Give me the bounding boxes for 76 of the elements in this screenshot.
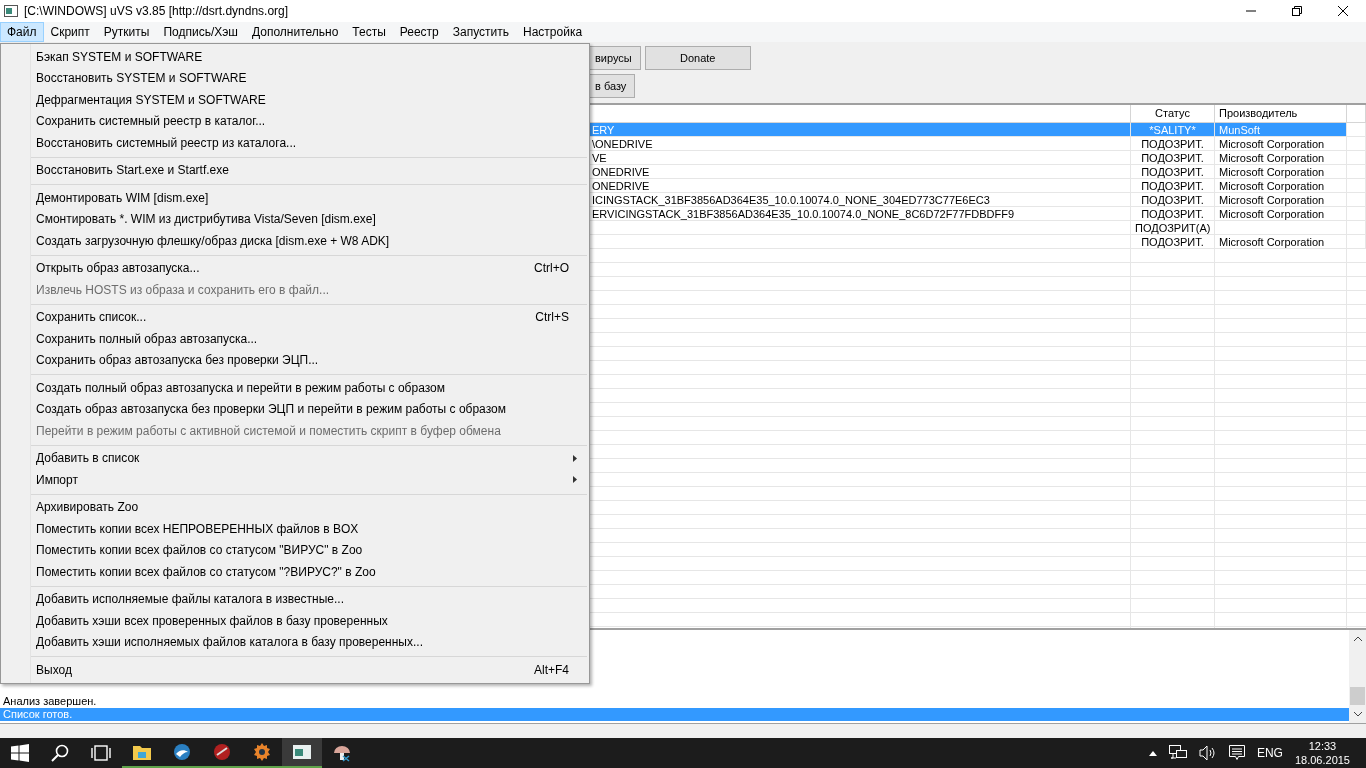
table-cell: ПОДОЗРИТ. [1141,152,1204,165]
menu-entry[interactable]: Создать образ автозапуска без проверки ЭЦП и перейти в режим работы с образом [1,398,589,420]
menu-entry[interactable]: Добавить хэши всех проверенных файлов в базу проверенных [1,610,589,632]
menu-entry[interactable]: Добавить исполняемые файлы каталога в известные... [1,588,589,610]
table-cell: ПОДОЗРИТ. [1141,166,1204,179]
window-icon[interactable] [293,745,311,759]
table-cell: Microsoft Corporation [1219,152,1325,165]
toolbar-button[interactable]: Donate [644,45,751,70]
table-cell: *SALITY* [1149,124,1196,137]
menu-entry[interactable]: Импорт [1,469,589,491]
window-title: [C:\WINDOWS] uVS v3.85 [http://dsrt.dyndns.org] [24,3,289,18]
menu-entry[interactable]: Открыть образ автозапуска... Ctrl+O [1,257,589,279]
menu-entry[interactable]: Добавить в список [1,447,589,469]
menu-entry[interactable]: Сохранить полный образ автозапуска... [1,328,589,350]
table-cell: ПОДОЗРИТ(А) [1135,222,1211,235]
table-cell: ПОДОЗРИТ. [1141,236,1204,249]
language-indicator[interactable]: ENG [1256,746,1283,760]
table-cell: Microsoft Corporation [1219,236,1325,249]
scrollbar-thumb[interactable] [1350,687,1365,706]
table-cell: Microsoft Corporation [1219,180,1325,193]
menu-entry[interactable]: Поместить копии всех НЕПРОВЕРЕННЫХ файлов в BOX [1,518,589,540]
menu-item[interactable]: Тесты [345,21,393,42]
table-cell: Microsoft Corporation [1219,208,1325,221]
clock[interactable]: 12:33 18.06.2015 [1294,739,1350,767]
mushroom-icon[interactable] [333,744,351,762]
bird-icon[interactable] [173,743,191,761]
eye-icon[interactable] [253,743,271,761]
menu-item[interactable]: Подпись/Хэш [156,21,245,42]
folder-icon[interactable] [133,744,151,760]
show-hidden-icons[interactable] [1148,750,1157,756]
menu-item[interactable]: Настройка [516,21,590,42]
submenu-arrow-icon [573,454,577,462]
table-cell: VE [592,152,607,165]
table-cell: ERVICINGSTACK_31BF3856AD364E35_10.0.10074.0_NONE_8C6D72F77FDBDFF9 [592,208,1015,221]
menu-item[interactable]: Скрипт [43,21,97,42]
network-icon[interactable] [1168,745,1187,761]
task-view-icon[interactable] [91,745,111,761]
menu-entry[interactable]: Сохранить список... Ctrl+S [1,306,589,328]
menu-item[interactable]: Дополнительно [244,21,346,42]
search-icon[interactable] [51,744,69,762]
maximize-icon[interactable] [1292,5,1302,16]
notification-icon[interactable] [1228,745,1245,761]
speaker-icon[interactable] [1198,745,1217,761]
table-cell: ONEDRIVE [592,180,650,193]
app-icon [4,4,18,17]
table-cell: ПОДОЗРИТ. [1141,208,1204,221]
table-cell: ONEDRIVE [592,166,650,179]
scroll-up-icon[interactable] [1352,635,1363,642]
menu-item[interactable]: Запустить [445,21,517,42]
menu-item[interactable]: Файл [0,21,44,42]
table-cell: ERY [592,124,615,137]
scroll-down-icon[interactable] [1352,711,1363,718]
table-cell: ПОДОЗРИТ. [1141,194,1204,207]
table-cell: MunSoft [1219,124,1260,137]
table-cell: \ONEDRIVE [592,138,653,151]
table-cell: ICINGSTACK_31BF3856AD364E35_10.0.10074.0_NONE_304ED773C77E6EC3 [592,194,990,207]
log-line: Анализ завершен. [2,695,98,709]
start-icon[interactable] [11,744,29,762]
menu-item[interactable]: Руткиты [96,21,157,42]
close-icon[interactable] [1338,5,1348,16]
table-cell: ПОДОЗРИТ. [1141,180,1204,193]
table-cell: Microsoft Corporation [1219,138,1325,151]
menu-entry[interactable]: Добавить хэши исполняемых файлов каталога в базу проверенных... [1,631,589,653]
menu-entry[interactable]: Сохранить образ автозапуска без проверки ЭЦП... [1,349,589,371]
menu-entry[interactable]: Поместить копии всех файлов со статусом "ВИРУС" в Zoo [1,539,589,561]
table-cell: Microsoft Corporation [1219,166,1325,179]
menu-entry[interactable]: Выход Alt+F4 [1,659,589,681]
menu-entry[interactable]: Архивировать Zoo [1,496,589,518]
menu-entry[interactable]: Создать полный образ автозапуска и перейти в режим работы с образом [1,377,589,399]
menu-entry[interactable]: Поместить копии всех файлов со статусом "?ВИРУС?" в Zoo [1,561,589,583]
menu-item[interactable]: Реестр [392,21,446,42]
ball-icon[interactable] [213,743,231,761]
scrollbar[interactable] [1349,629,1366,724]
submenu-arrow-icon [573,476,577,484]
table-cell: Microsoft Corporation [1219,194,1325,207]
table-cell: ПОДОЗРИТ. [1141,138,1204,151]
